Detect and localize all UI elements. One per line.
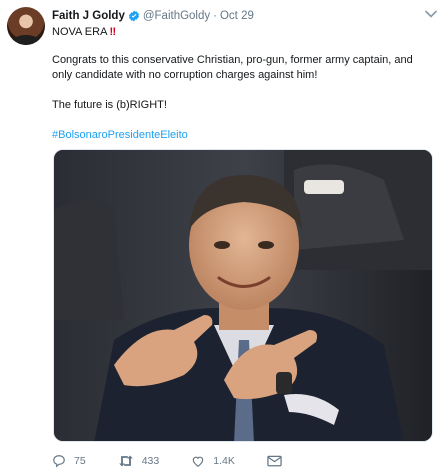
reply-count: 75 [74, 455, 86, 467]
tweet-actions: 75 433 1.4K [52, 452, 322, 470]
tweet-date[interactable]: Oct 29 [220, 10, 254, 22]
retweet-button[interactable]: 433 [118, 454, 160, 468]
tweet-paragraph: Congrats to this conservative Christian,… [52, 54, 413, 81]
like-count: 1.4K [213, 455, 235, 467]
avatar-shoulders [11, 35, 41, 45]
tweet-header: Faith J Goldy @FaithGoldy · Oct 29 [52, 8, 254, 24]
author-handle[interactable]: @FaithGoldy [143, 10, 210, 22]
verified-badge-icon [128, 10, 140, 22]
photo-illustration [54, 150, 432, 441]
avatar[interactable] [7, 7, 45, 45]
reply-button[interactable]: 75 [52, 454, 86, 468]
chevron-down-icon[interactable] [425, 10, 437, 18]
reply-icon [53, 455, 65, 468]
tweet-line-1: NOVA ERA ‼ [52, 25, 116, 40]
tweet-line-3: The future is (b)RIGHT! [52, 99, 167, 111]
hashtag-link[interactable]: #BolsonaroPresidenteEleito [52, 128, 188, 143]
retweet-icon [118, 455, 133, 467]
tweet-photo[interactable] [53, 149, 433, 442]
double-exclamation-emoji: ‼ [109, 26, 117, 38]
separator-dot: · [213, 10, 217, 22]
heart-icon [192, 456, 204, 467]
retweet-count: 433 [141, 455, 160, 467]
envelope-icon [267, 455, 282, 467]
nova-era-text: NOVA ERA [52, 26, 108, 38]
author-name[interactable]: Faith J Goldy [52, 10, 125, 22]
tweet-card[interactable]: Faith J Goldy @FaithGoldy · Oct 29 NOVA … [0, 0, 445, 471]
like-button[interactable]: 1.4K [191, 454, 235, 468]
direct-message-button[interactable] [267, 455, 290, 467]
